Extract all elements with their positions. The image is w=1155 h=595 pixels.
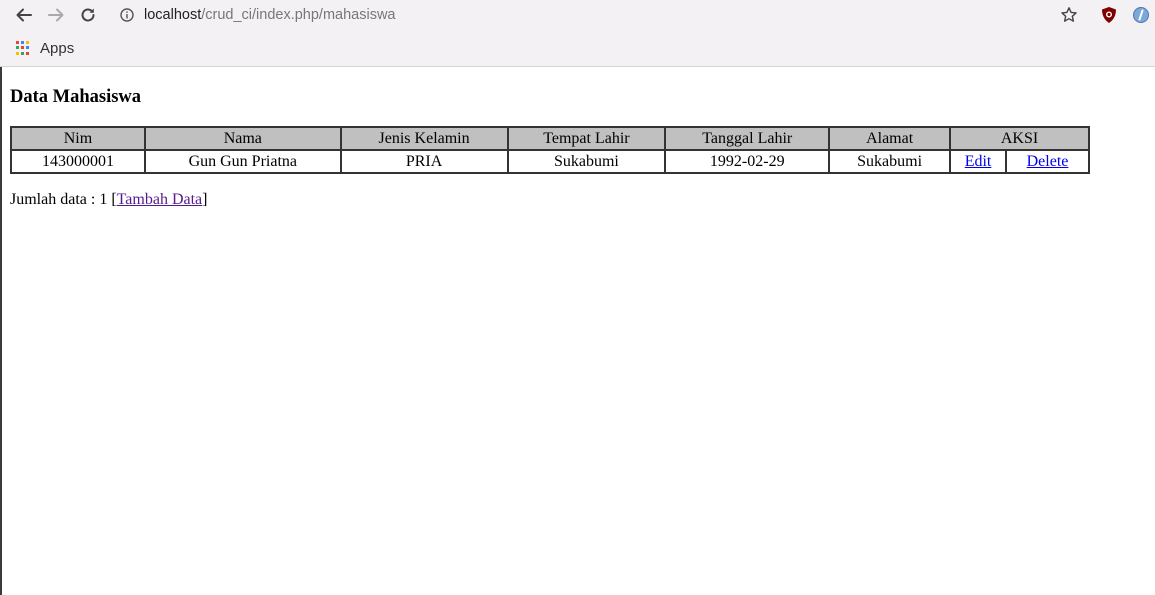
- reload-icon: [81, 8, 95, 22]
- data-count-footer: Jumlah data : 1 [Tambah Data]: [10, 191, 207, 209]
- bookmark-star-icon[interactable]: [1060, 6, 1078, 24]
- cell-tanggal-lahir: 1992-02-29: [665, 150, 830, 173]
- url-host: localhost: [144, 7, 202, 23]
- page-title: Data Mahasiswa: [10, 87, 142, 107]
- cell-nim: 143000001: [11, 150, 145, 173]
- add-data-link[interactable]: Tambah Data: [117, 191, 203, 208]
- forward-button[interactable]: [45, 4, 67, 26]
- bookmarks-bar: Apps: [0, 30, 1155, 67]
- column-header-aksi: AKSI: [950, 127, 1089, 150]
- reload-button[interactable]: [77, 4, 99, 26]
- arrow-left-icon: [16, 8, 32, 22]
- cell-nama: Gun Gun Priatna: [144, 150, 341, 173]
- column-header-tanggal-lahir: Tanggal Lahir: [665, 127, 830, 150]
- cell-alamat: Sukabumi: [829, 150, 951, 173]
- page-content: Data Mahasiswa Nim Nama Jenis Kelamin Te…: [10, 67, 1150, 208]
- column-header-tempat-lahir: Tempat Lahir: [507, 127, 666, 150]
- url-path: /crud_ci/index.php/mahasiswa: [201, 7, 396, 23]
- browser-toolbar: localhost/crud_ci/index.php/mahasiswa: [0, 0, 1155, 30]
- extension-icon[interactable]: [1132, 6, 1150, 24]
- apps-label: Apps: [40, 39, 75, 57]
- back-button[interactable]: [13, 4, 35, 26]
- cell-delete: Delete: [1006, 150, 1089, 173]
- close-bracket: ]: [202, 191, 208, 208]
- table-row: 143000001 Gun Gun Priatna PRIA Sukabumi …: [11, 150, 1089, 173]
- column-header-nim: Nim: [11, 127, 145, 150]
- address-bar[interactable]: localhost/crud_ci/index.php/mahasiswa: [112, 3, 1112, 27]
- delete-link[interactable]: Delete: [1027, 153, 1069, 170]
- data-count-label: Jumlah data : 1 [: [10, 191, 117, 208]
- url-text[interactable]: localhost/crud_ci/index.php/mahasiswa: [144, 7, 395, 23]
- cell-jenis-kelamin: PRIA: [340, 150, 508, 173]
- apps-shortcut[interactable]: Apps: [16, 38, 74, 58]
- table-header-row: Nim Nama Jenis Kelamin Tempat Lahir Tang…: [11, 127, 1089, 150]
- apps-grid-icon: [16, 41, 30, 55]
- cell-tempat-lahir: Sukabumi: [507, 150, 666, 173]
- column-header-jenis-kelamin: Jenis Kelamin: [340, 127, 508, 150]
- column-header-nama: Nama: [144, 127, 341, 150]
- mahasiswa-table: Nim Nama Jenis Kelamin Tempat Lahir Tang…: [10, 126, 1090, 174]
- arrow-right-icon: [48, 8, 64, 22]
- info-icon[interactable]: [120, 8, 134, 22]
- ublock-extension-icon[interactable]: [1100, 6, 1118, 24]
- window-edge: [0, 0, 2, 595]
- edit-link[interactable]: Edit: [965, 153, 992, 170]
- column-header-alamat: Alamat: [829, 127, 951, 150]
- cell-edit: Edit: [950, 150, 1007, 173]
